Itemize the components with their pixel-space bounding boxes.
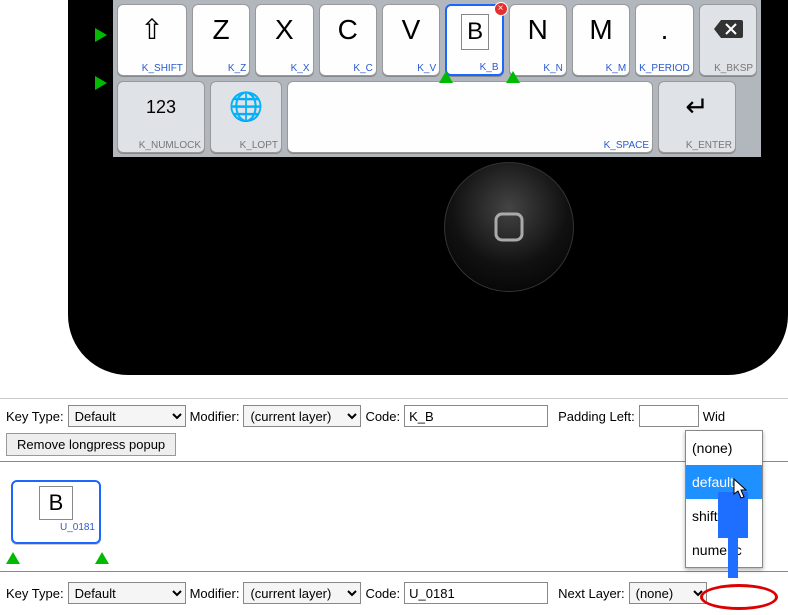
key-code-label: K_N	[513, 63, 563, 74]
longpress-key-properties-bar: Key Type: Default Modifier: (current lay…	[0, 576, 788, 610]
key-k_n[interactable]: NK_N	[509, 4, 567, 76]
add-row-marker-icon[interactable]	[95, 76, 107, 90]
keytype-label: Key Type:	[6, 409, 64, 424]
code-label: Code:	[365, 586, 400, 601]
key-k_period[interactable]: .K_PERIOD	[635, 4, 694, 76]
keytype-label: Key Type:	[6, 586, 64, 601]
next-layer-dropdown[interactable]: (none)defaultshiftnumeric	[685, 430, 763, 568]
keytype-select[interactable]: Default	[68, 405, 186, 427]
add-key-marker-icon[interactable]	[439, 71, 453, 83]
key-k_enter[interactable]: ↵K_ENTER	[658, 81, 736, 153]
key-code-label: K_NUMLOCK	[121, 140, 201, 151]
key-glyph: V	[386, 9, 436, 63]
add-row-marker-icon[interactable]	[95, 28, 107, 42]
virtual-keyboard: ⇧K_SHIFTZK_ZXK_XCK_CVK_VK_B×BNK_NMK_M.K_…	[113, 0, 761, 157]
key-code-label: K_V	[386, 63, 436, 74]
padding-left-input[interactable]	[639, 405, 699, 427]
keytype-select[interactable]: Default	[68, 582, 186, 604]
key-k_m[interactable]: MK_M	[572, 4, 630, 76]
padding-left-label: Padding Left:	[558, 409, 635, 424]
key-code-label: K_M	[576, 63, 626, 74]
close-icon[interactable]: ×	[494, 2, 508, 16]
key-glyph: C	[323, 9, 373, 63]
key-glyph: N	[513, 9, 563, 63]
key-k_b[interactable]: K_B×B	[445, 4, 503, 76]
key-properties-bar: Key Type: Default Modifier: (current lay…	[0, 398, 788, 462]
key-code-label: K_X	[259, 63, 309, 74]
key-glyph: X	[259, 9, 309, 63]
key-k_shift[interactable]: ⇧K_SHIFT	[117, 4, 187, 76]
longpress-key-glyph: B	[39, 486, 73, 520]
key-k_z[interactable]: ZK_Z	[192, 4, 250, 76]
next-layer-label: Next Layer:	[558, 586, 624, 601]
key-k_numlock[interactable]: 123K_NUMLOCK	[117, 81, 205, 153]
device-home-button	[444, 162, 574, 292]
key-code-label: K_SHIFT	[121, 63, 183, 74]
add-key-marker-icon[interactable]	[95, 552, 109, 564]
remove-longpress-button[interactable]: Remove longpress popup	[6, 433, 176, 456]
modifier-select[interactable]: (current layer)	[243, 405, 361, 427]
key-glyph: 123	[121, 86, 201, 140]
key-glyph: .	[639, 9, 690, 63]
modifier-label: Modifier:	[190, 586, 240, 601]
code-input[interactable]	[404, 582, 548, 604]
key-glyph: ⇧	[121, 9, 183, 63]
key-glyph	[291, 86, 649, 140]
key-k_lopt[interactable]: 🌐K_LOPT	[210, 81, 282, 153]
longpress-popup-editor: B U_0181	[0, 462, 788, 572]
selected-key-inner: B	[461, 14, 489, 50]
next-layer-select[interactable]: (none)	[629, 582, 707, 604]
key-glyph	[703, 9, 753, 63]
key-k_space[interactable]: K_SPACE	[287, 81, 653, 153]
width-label-truncated: Wid	[703, 409, 725, 424]
longpress-key[interactable]: B U_0181	[11, 480, 101, 544]
add-key-marker-icon[interactable]	[6, 552, 20, 564]
dropdown-item-none[interactable]: (none)	[686, 431, 762, 465]
key-code-label: K_BKSP	[703, 63, 753, 74]
code-input[interactable]	[404, 405, 548, 427]
dropdown-item-default[interactable]: default	[686, 465, 762, 499]
key-glyph: M	[576, 9, 626, 63]
key-code-label: K_LOPT	[214, 140, 278, 151]
add-key-marker-icon[interactable]	[506, 71, 520, 83]
modifier-select[interactable]: (current layer)	[243, 582, 361, 604]
key-code-label: K_C	[323, 63, 373, 74]
key-glyph: ↵	[662, 86, 732, 140]
key-k_bksp[interactable]: K_BKSP	[699, 4, 757, 76]
key-k_x[interactable]: XK_X	[255, 4, 313, 76]
key-glyph: Z	[196, 9, 246, 63]
longpress-key-code: U_0181	[60, 522, 95, 533]
dropdown-item-shift[interactable]: shift	[686, 499, 762, 533]
modifier-label: Modifier:	[190, 409, 240, 424]
dropdown-item-numeric[interactable]: numeric	[686, 533, 762, 567]
key-code-label: K_ENTER	[662, 140, 732, 151]
key-code-label: K_PERIOD	[639, 63, 690, 74]
key-k_v[interactable]: VK_V	[382, 4, 440, 76]
key-glyph: 🌐	[214, 86, 278, 140]
key-code-label: K_Z	[196, 63, 246, 74]
key-code-label: K_SPACE	[291, 140, 649, 151]
key-code-label: K_B	[450, 62, 498, 73]
key-k_c[interactable]: CK_C	[319, 4, 377, 76]
code-label: Code:	[365, 409, 400, 424]
